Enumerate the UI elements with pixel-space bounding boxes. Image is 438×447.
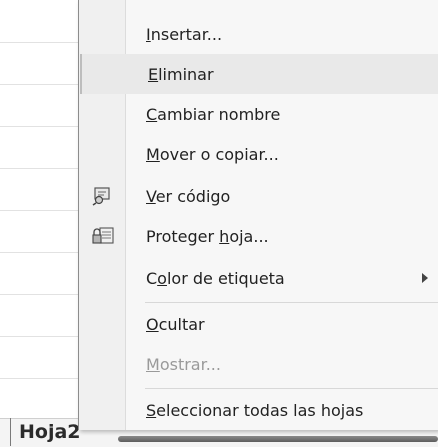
menu-item-mostrar: Mostrar... — [146, 354, 221, 374]
sheet-tab-hoja2[interactable]: Hoja2 — [10, 418, 87, 446]
menu-item-proteger-hoja[interactable]: Proteger hoja... — [80, 216, 438, 256]
submenu-arrow-icon — [422, 273, 428, 283]
protect-sheet-icon — [80, 216, 126, 256]
menu-separator — [145, 302, 438, 303]
horizontal-scrollbar[interactable] — [118, 436, 438, 442]
menu-item-color-etiqueta[interactable]: Color de etiqueta — [80, 258, 438, 298]
menu-item-mover-copiar[interactable]: Mover o copiar... — [80, 134, 438, 174]
view-code-icon — [80, 176, 126, 216]
menu-item-ocultar[interactable]: Ocultar — [80, 304, 438, 344]
sheet-context-menu: Insertar... Eliminar Cambiar nombre Move… — [78, 0, 438, 430]
menu-separator — [145, 388, 438, 389]
menu-item-eliminar[interactable]: Eliminar — [80, 54, 438, 94]
menu-item-seleccionar-todas[interactable]: Seleccionar todas las hojas — [80, 390, 438, 430]
menu-item-cambiar-nombre[interactable]: Cambiar nombre — [80, 94, 438, 134]
menu-item-insertar[interactable]: Insertar... — [80, 14, 438, 54]
menu-item-ver-codigo[interactable]: Ver código — [80, 176, 438, 216]
